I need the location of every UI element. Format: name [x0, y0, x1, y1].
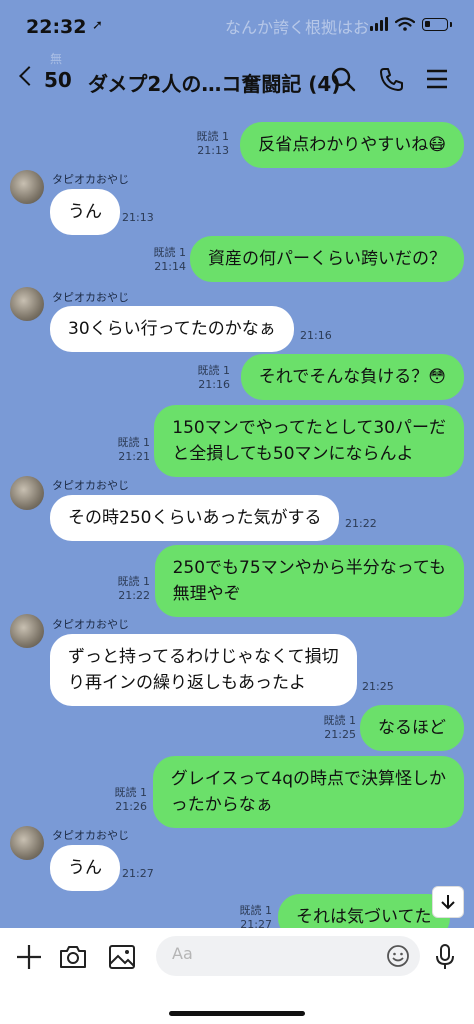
bubble-line: 無理やぞ [172, 584, 241, 604]
read-receipt: 既読 1 [114, 786, 148, 799]
outgoing-bubble[interactable]: 150マンでやってたとして30パーだ と全損しても50マンにならんよ [154, 405, 464, 477]
message-time: 21:22 [118, 589, 150, 602]
avatar[interactable] [10, 170, 44, 204]
message-time: 21:16 [198, 378, 230, 391]
incoming-bubble[interactable]: ずっと持ってるわけじゃなくて損切 り再インの繰り返しもあったよ [50, 634, 357, 706]
bubble-line: と全損しても50マンにならんよ [172, 444, 414, 464]
message-meta: 既読 1 21:26 [87, 786, 148, 814]
phone-icon[interactable] [378, 66, 404, 92]
message-meta: 既読 1 21:27 [210, 904, 273, 928]
message-meta: 既読 1 21:13 [169, 130, 230, 158]
sender-name: タピオカおやじ [52, 618, 129, 631]
bubble-line: ったからなぁ [170, 795, 273, 815]
image-icon[interactable] [107, 942, 137, 972]
bubble-line: 250でも75マンやから半分なっても [172, 558, 446, 578]
message-time: 21:27 [122, 867, 154, 880]
message-time: 21:16 [300, 329, 332, 342]
message-time: 21:25 [362, 680, 394, 693]
read-receipt: 既読 1 [117, 436, 151, 449]
outgoing-bubble[interactable]: それは気づいてた [278, 894, 450, 928]
read-receipt: 既読 1 [197, 364, 231, 377]
message-meta: 既読 1 21:25 [296, 714, 357, 742]
outgoing-bubble[interactable]: それでそんな負ける？😳 [240, 354, 464, 400]
message-time: 21:26 [115, 800, 147, 813]
avatar[interactable] [10, 826, 44, 860]
outgoing-bubble[interactable]: 250でも75マンやから半分なっても 無理やぞ [154, 545, 464, 617]
sender-name: タピオカおやじ [52, 291, 129, 304]
incoming-bubble[interactable]: その時250くらいあった気がする [50, 495, 340, 541]
message-meta: 既読 1 21:22 [90, 575, 151, 603]
avatar[interactable] [10, 476, 44, 510]
incoming-bubble[interactable]: うん [50, 189, 120, 235]
incoming-bubble[interactable]: 30くらい行ってたのかなぁ [50, 306, 294, 352]
message-time: 21:25 [324, 728, 356, 741]
bubble-line: グレイスって4qの時点で決算怪しか [170, 769, 446, 789]
status-time: 22:32 [26, 16, 87, 38]
avatar[interactable] [10, 287, 44, 321]
sender-name: タピオカおやじ [52, 829, 129, 842]
chat-title[interactable]: ダメプ2人の…コ奮闘記 (4) [88, 68, 340, 97]
signal-icon [370, 17, 388, 31]
read-receipt: 既読 1 [323, 714, 357, 727]
message-time: 21:27 [240, 918, 272, 928]
arrow-down-icon [441, 895, 455, 910]
incoming-bubble[interactable]: うん [50, 845, 120, 891]
bubble-line: 150マンでやってたとして30パーだ [172, 418, 446, 438]
sender-name: タピオカおやじ [52, 479, 129, 492]
read-receipt: 既読 1 [196, 130, 230, 143]
message-time: 21:13 [122, 211, 154, 224]
bubble-line: り再インの繰り返しもあったよ [68, 673, 306, 693]
message-time: 21:22 [345, 517, 377, 530]
message-meta: 既読 1 21:21 [90, 436, 151, 464]
bubble-line: ずっと持ってるわけじゃなくて損切 [68, 647, 339, 667]
chat-header: 50 ダメプ2人の…コ奮闘記 (4) [0, 52, 474, 110]
outgoing-bubble[interactable]: 反省点わかりやすいね😷 [240, 122, 464, 168]
notification-ghost-text: なんか誇く根拠はお [225, 18, 370, 37]
read-receipt: 既読 1 [153, 246, 187, 259]
message-input[interactable] [172, 944, 372, 963]
scroll-to-bottom-button[interactable] [432, 886, 464, 918]
plus-icon[interactable] [14, 942, 44, 972]
location-arrow-icon: ➚ [92, 18, 103, 33]
outgoing-bubble[interactable]: グレイスって4qの時点で決算怪しか ったからなぁ [152, 756, 464, 828]
wifi-icon [395, 17, 415, 31]
avatar[interactable] [10, 614, 44, 648]
microphone-icon[interactable] [430, 942, 460, 972]
message-input-bar [0, 928, 474, 1024]
home-indicator[interactable] [169, 1011, 305, 1016]
unread-count[interactable]: 50 [44, 68, 72, 92]
menu-icon[interactable] [424, 66, 450, 92]
outgoing-bubble[interactable]: なるほど [360, 705, 464, 751]
battery-icon [422, 17, 448, 31]
read-receipt: 既読 1 [239, 904, 273, 917]
status-indicators [370, 17, 452, 31]
search-icon[interactable] [330, 66, 356, 92]
camera-icon[interactable] [58, 942, 88, 972]
sender-name: タピオカおやじ [52, 173, 129, 186]
message-time: 21:14 [154, 260, 186, 273]
status-bar: 22:32 ➚ なんか誇く根拠はお [0, 0, 474, 52]
message-time: 21:21 [118, 450, 150, 463]
emoji-icon[interactable] [386, 944, 410, 968]
message-input-field[interactable] [156, 936, 420, 976]
chat-background: 22:32 ➚ なんか誇く根拠はお 無 50 ダメプ2人の…コ奮闘記 (4) 反… [0, 0, 474, 928]
outgoing-bubble[interactable]: 資産の何パーくらい跨いだの？ [190, 236, 464, 282]
read-receipt: 既読 1 [117, 575, 151, 588]
chevron-left-icon[interactable] [19, 66, 39, 86]
message-meta: 既読 1 21:16 [170, 364, 231, 392]
message-time: 21:13 [197, 144, 229, 157]
battery-tip [450, 21, 452, 27]
message-meta: 既読 1 21:14 [126, 246, 187, 274]
